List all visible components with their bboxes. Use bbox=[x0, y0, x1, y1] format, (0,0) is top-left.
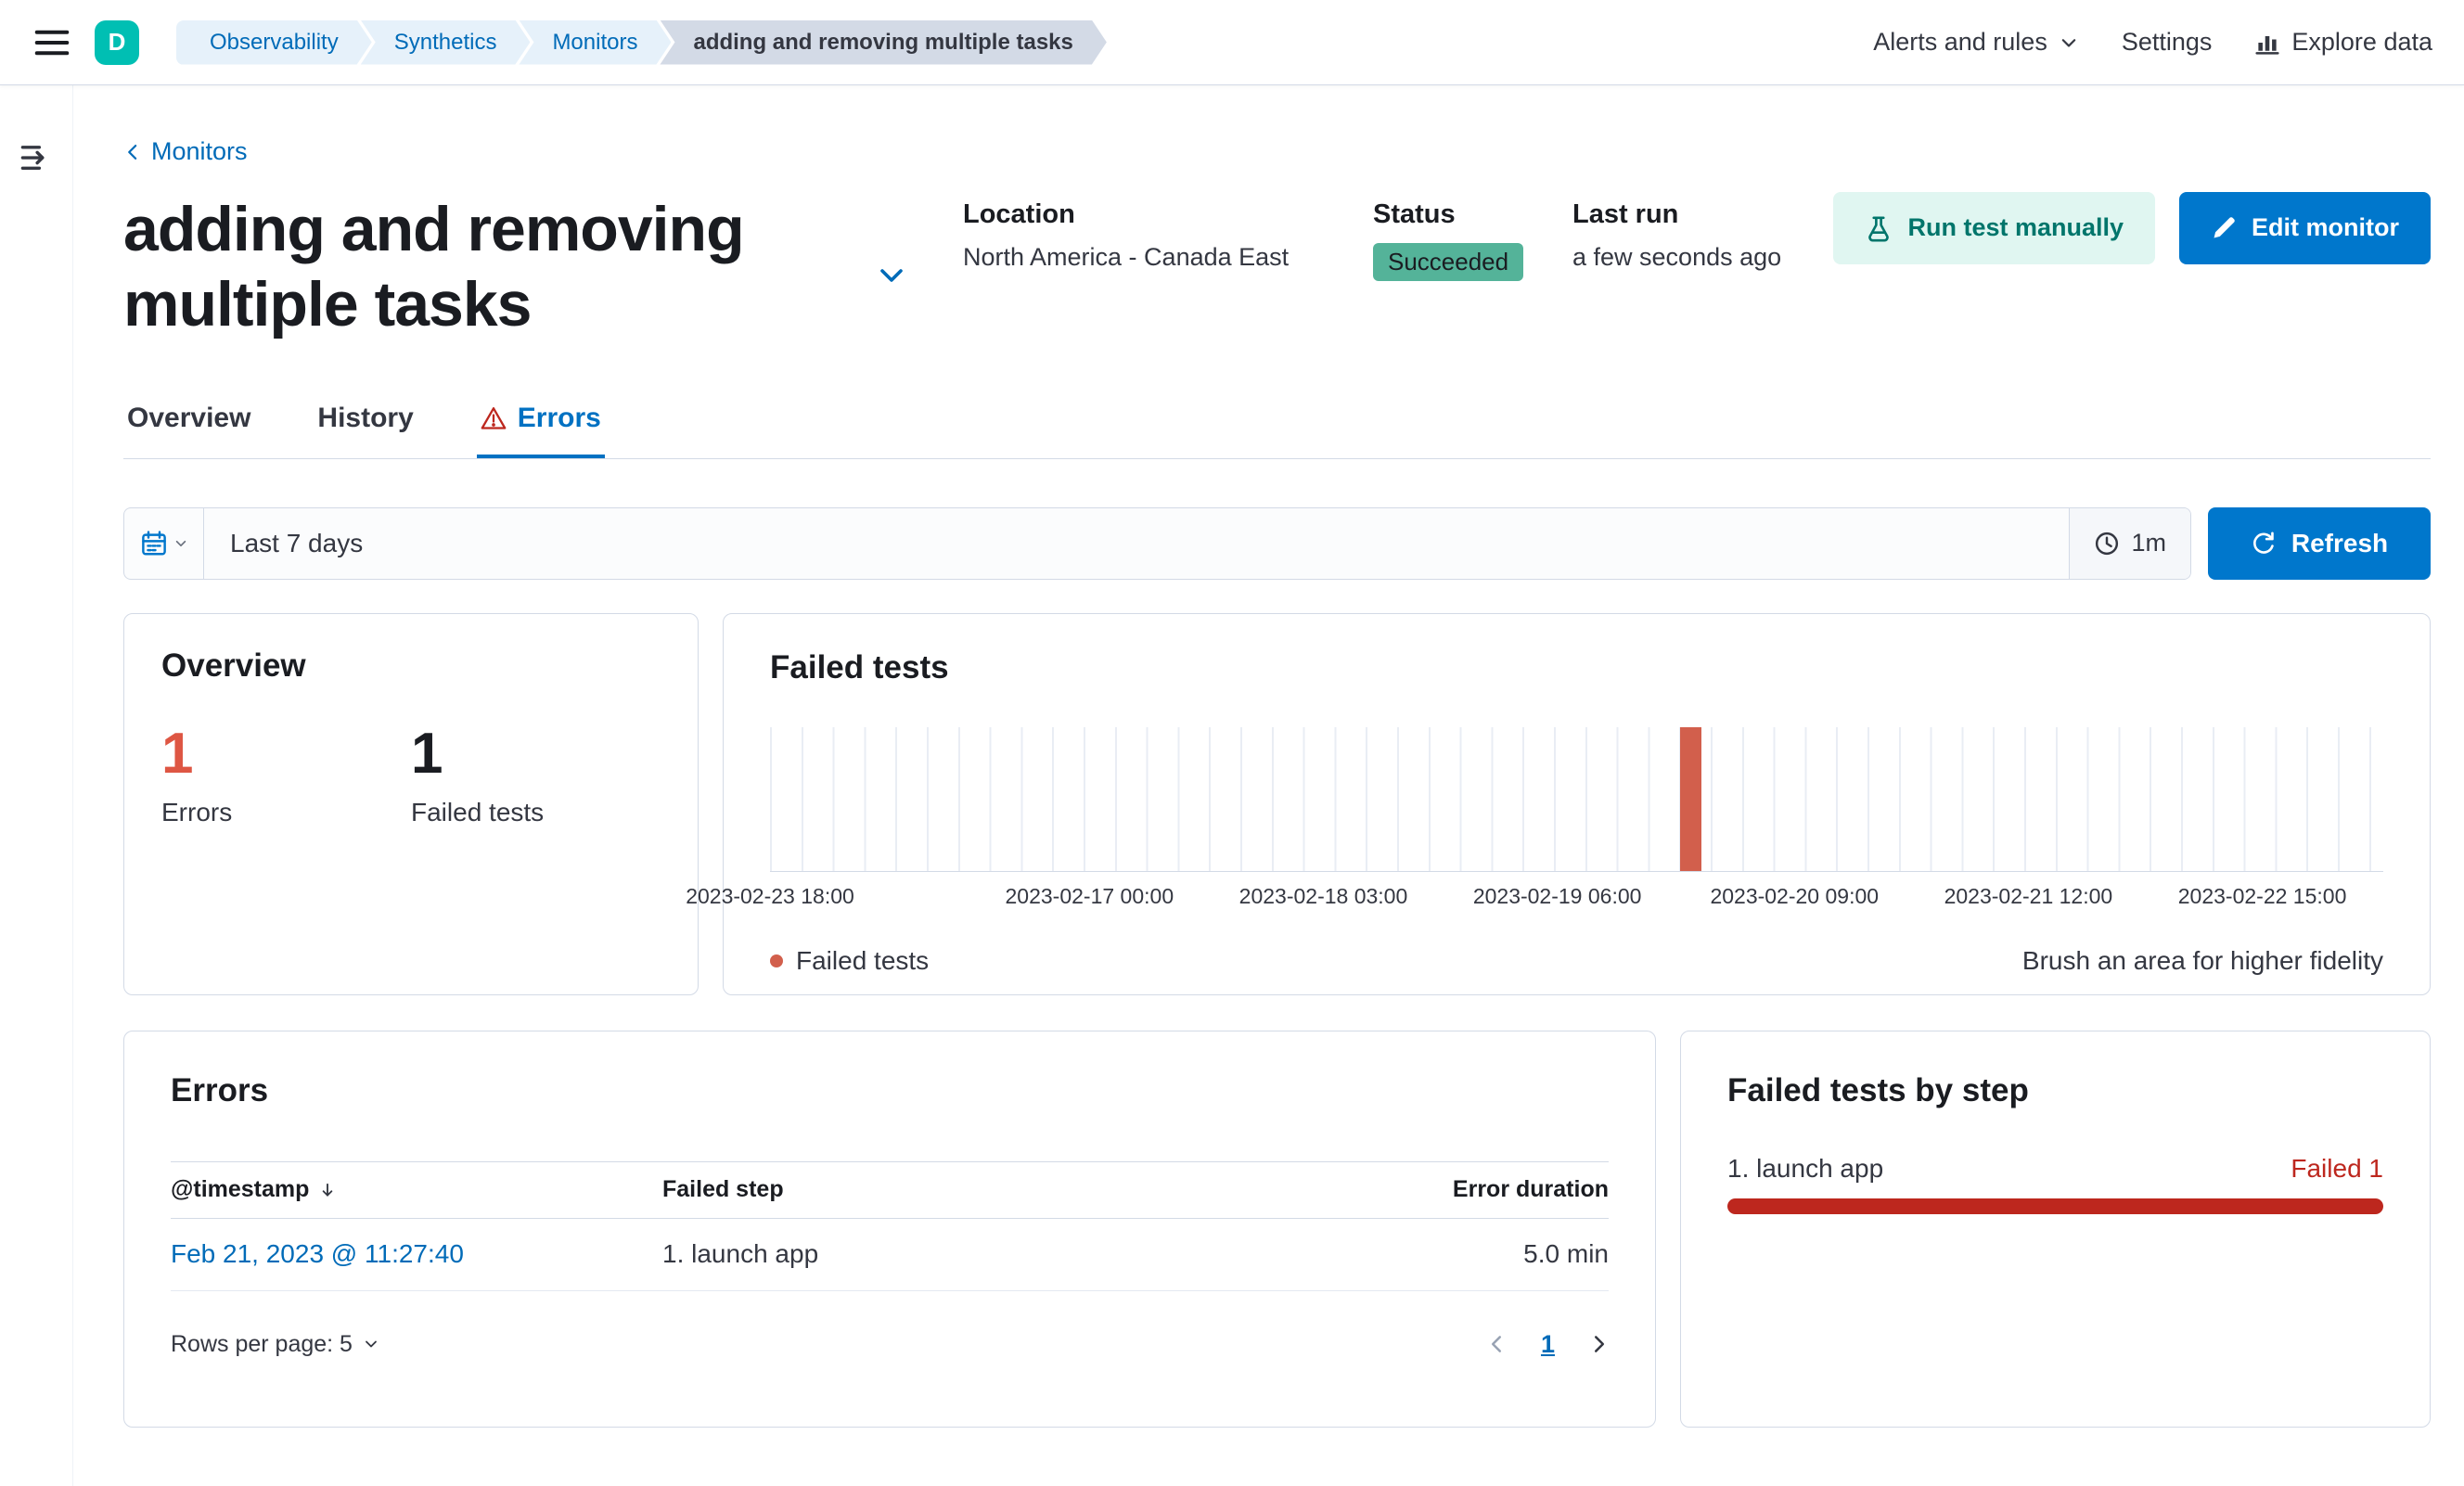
failed-tests-count: 1 bbox=[411, 721, 443, 786]
location-value: North America - Canada East bbox=[963, 242, 1290, 271]
alerts-and-rules-label: Alerts and rules bbox=[1873, 28, 2047, 56]
rows-per-page-button[interactable]: Rows per page: 5 bbox=[171, 1331, 379, 1358]
failed-tests-stat: 1 Failed tests bbox=[411, 721, 661, 827]
chevron-down-icon bbox=[364, 1337, 379, 1351]
tab-history[interactable]: History bbox=[314, 403, 417, 458]
failed-tests-chart[interactable]: 2023-02-17 00:00 2023-02-18 03:00 2023-0… bbox=[686, 726, 2383, 908]
step-failure-bar bbox=[1727, 1198, 2383, 1214]
explore-data-label: Explore data bbox=[2291, 28, 2432, 56]
failed-tests-by-step-title: Failed tests by step bbox=[1727, 1071, 2029, 1108]
errors-table: @timestamp Failed step Error duration Fe… bbox=[171, 1160, 1609, 1291]
errors-panel: Errors @timestamp Failed step Error dura… bbox=[123, 1030, 1656, 1428]
breadcrumb-current: adding and removing multiple tasks bbox=[660, 20, 1106, 65]
breadcrumb-observability[interactable]: Observability bbox=[176, 20, 372, 65]
error-duration: 5.0 min bbox=[1523, 1239, 1609, 1269]
top-header: D Observability Synthetics Monitors addi… bbox=[0, 0, 2464, 85]
column-header-failed-step: Failed step bbox=[662, 1176, 784, 1203]
docked-menu-icon[interactable] bbox=[18, 139, 55, 176]
chevron-down-icon bbox=[174, 537, 187, 550]
calendar-icon bbox=[140, 530, 168, 557]
monitor-meta: Location North America - Canada East Sta… bbox=[963, 192, 1781, 281]
date-range-value[interactable]: Last 7 days bbox=[230, 529, 363, 558]
brush-hint: Brush an area for higher fidelity bbox=[2021, 945, 2383, 975]
step-label: 1. launch app bbox=[1727, 1153, 1884, 1183]
step-item: 1. launch app Failed 1 bbox=[1727, 1154, 2383, 1214]
chevron-left-icon[interactable] bbox=[1487, 1334, 1508, 1354]
tab-errors[interactable]: Errors bbox=[477, 403, 605, 458]
page-title: adding and removing multiple tasks bbox=[123, 193, 745, 340]
explore-data-link[interactable]: Explore data bbox=[2254, 28, 2432, 57]
chart-legend-failed-tests[interactable]: Failed tests bbox=[770, 946, 929, 976]
x-axis-tick: 2023-02-18 03:00 bbox=[1238, 883, 1408, 908]
pagination: 1 bbox=[1487, 1330, 1609, 1359]
chevron-right-icon[interactable] bbox=[1588, 1334, 1609, 1354]
breadcrumb-monitors[interactable]: Monitors bbox=[519, 20, 671, 65]
refresh-icon bbox=[2251, 531, 2277, 557]
x-axis-tick: 2023-02-22 15:00 bbox=[2177, 883, 2347, 908]
failed-tests-panel: Failed tests 2023-02-17 00:00 2023-02-18… bbox=[686, 612, 2431, 995]
location-label: Location bbox=[963, 199, 1075, 229]
edit-monitor-button[interactable]: Edit monitor bbox=[2179, 191, 2431, 264]
status-label: Status bbox=[1373, 199, 1456, 229]
errors-count: 1 bbox=[161, 721, 194, 786]
pencil-icon bbox=[2211, 215, 2237, 241]
failed-tests-by-step-panel: Failed tests by step 1. launch app Faile… bbox=[1680, 1030, 2431, 1428]
x-axis-tick: 2023-02-21 12:00 bbox=[1944, 883, 2113, 908]
errors-stat: 1 Errors bbox=[161, 721, 411, 827]
x-axis-tick: 2023-02-20 09:00 bbox=[1710, 883, 1880, 908]
monitor-tabs: Overview History Errors bbox=[123, 403, 2431, 459]
error-failed-step: 1. launch app bbox=[662, 1239, 819, 1269]
clock-icon bbox=[2094, 531, 2120, 557]
main-content: Monitors adding and removing multiple ta… bbox=[73, 85, 2464, 1428]
overview-panel: Overview 1 Errors 1 Failed tests bbox=[123, 612, 699, 995]
pagination-page-1[interactable]: 1 bbox=[1541, 1330, 1555, 1359]
table-row: Feb 21, 2023 @ 11:27:40 1. launch app 5.… bbox=[171, 1219, 1609, 1291]
step-failed-count: Failed 1 bbox=[2291, 1153, 2383, 1183]
last-run-label: Last run bbox=[1572, 199, 1679, 229]
menu-icon[interactable] bbox=[32, 22, 72, 63]
refresh-interval-button[interactable]: 1m bbox=[2069, 507, 2190, 579]
legend-dot bbox=[770, 954, 783, 967]
alerts-and-rules-menu[interactable]: Alerts and rules bbox=[1873, 28, 2079, 57]
chevron-left-icon bbox=[123, 143, 142, 161]
failed-tests-panel-title: Failed tests bbox=[770, 648, 949, 685]
breadcrumb-synthetics[interactable]: Synthetics bbox=[361, 20, 531, 65]
refresh-button[interactable]: Refresh bbox=[2208, 506, 2431, 580]
run-test-manually-button[interactable]: Run test manually bbox=[1833, 191, 2156, 264]
back-to-monitors-link[interactable]: Monitors bbox=[123, 137, 248, 166]
failed-tests-chart-bar bbox=[1679, 726, 1701, 871]
overview-panel-title: Overview bbox=[161, 647, 306, 684]
x-axis-tick: 2023-02-23 18:00 bbox=[686, 883, 854, 908]
monitor-select-chevron-down-icon[interactable] bbox=[877, 261, 906, 290]
warning-icon bbox=[481, 405, 507, 431]
column-header-timestamp[interactable]: @timestamp bbox=[171, 1176, 662, 1203]
errors-panel-title: Errors bbox=[171, 1071, 269, 1108]
collapsed-sidebar bbox=[0, 85, 73, 1486]
error-timestamp-link[interactable]: Feb 21, 2023 @ 11:27:40 bbox=[171, 1239, 464, 1269]
explore-data-icon bbox=[2254, 30, 2280, 56]
column-header-error-duration: Error duration bbox=[1452, 1176, 1609, 1203]
beaker-icon bbox=[1865, 214, 1893, 242]
chevron-down-icon bbox=[2059, 32, 2079, 53]
date-quick-select-button[interactable] bbox=[124, 507, 204, 579]
x-axis-tick: 2023-02-19 06:00 bbox=[1472, 883, 1642, 908]
errors-count-label: Errors bbox=[161, 797, 233, 826]
last-run-value: a few seconds ago bbox=[1572, 242, 1782, 271]
breadcrumb: Observability Synthetics Monitors adding… bbox=[176, 20, 1107, 65]
sort-down-icon bbox=[318, 1181, 337, 1199]
settings-link[interactable]: Settings bbox=[2122, 28, 2213, 57]
failed-tests-count-label: Failed tests bbox=[411, 797, 545, 826]
x-axis-tick: 2023-02-17 00:00 bbox=[1005, 883, 1174, 908]
tab-overview[interactable]: Overview bbox=[123, 403, 254, 458]
space-avatar[interactable]: D bbox=[95, 19, 139, 65]
date-range-picker: Last 7 days 1m bbox=[123, 506, 2191, 580]
status-badge: Succeeded bbox=[1373, 242, 1524, 281]
